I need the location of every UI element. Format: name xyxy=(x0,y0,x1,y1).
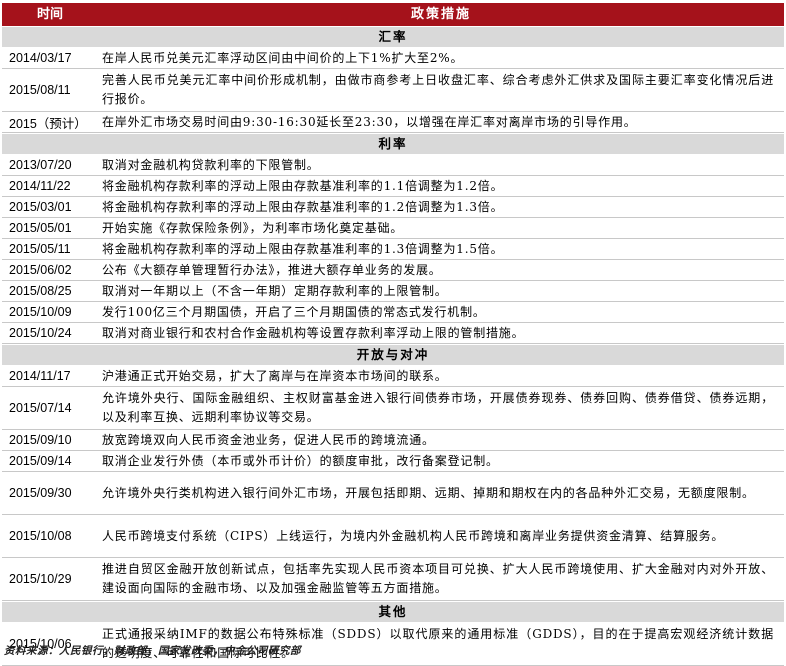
row-date: 2015/09/14 xyxy=(9,454,72,468)
row-policy-text: 完善人民币兑美元汇率中间价形成机制，由做市商参考上日收盘汇率、综合考虑外汇供求及… xyxy=(102,69,774,111)
row-date: 2015/05/11 xyxy=(9,242,71,256)
row-date: 2015/08/11 xyxy=(9,83,71,97)
row-date: 2014/03/17 xyxy=(9,51,72,65)
row-policy-text: 开始实施《存款保险条例》，为利率市场化奠定基础。 xyxy=(102,218,774,238)
section-header: 利率 xyxy=(2,133,784,155)
table-row: 2014/03/17 在岸人民币兑美元汇率浮动区间由中间价的上下1%扩大至2%。 xyxy=(2,48,784,69)
row-policy-text: 人民币跨境支付系统（CIPS）上线运行，为境内外金融机构人民币跨境和离岸业务提供… xyxy=(102,515,774,557)
row-date: 2015/05/01 xyxy=(9,221,72,235)
row-date: 2015/10/08 xyxy=(9,529,72,543)
section-header: 汇率 xyxy=(2,26,784,48)
row-date: 2015/09/10 xyxy=(9,433,72,447)
table-row: 2015/08/25 取消对一年期以上（不含一年期）定期存款利率的上限管制。 xyxy=(2,281,784,302)
table-row: 2014/11/17 沪港通正式开始交易，扩大了离岸与在岸资本市场间的联系。 xyxy=(2,366,784,387)
row-policy-text: 发行100亿三个月期国债，开启了三个月期国债的常态式发行机制。 xyxy=(102,302,774,322)
table-row: 2015/09/10 放宽跨境双向人民币资金池业务，促进人民币的跨境流通。 xyxy=(2,430,784,451)
table-row: 2015/10/29 推进自贸区金融开放创新试点，包括率先实现人民币资本项目可兑换… xyxy=(2,558,784,601)
table-body: 汇率 2014/03/17 在岸人民币兑美元汇率浮动区间由中间价的上下1%扩大至2%… xyxy=(2,26,784,666)
header-policy: 政策措施 xyxy=(410,7,471,22)
source-note: 资料来源：人民银行，财政部，国家发改委，中金公司研究部 xyxy=(4,645,301,657)
header-time: 时间 xyxy=(36,7,63,22)
row-policy-text: 允许境外央行类机构进入银行间外汇市场，开展包括即期、远期、掉期和期权在内的各品种… xyxy=(102,472,774,514)
policy-text: 取消对商业银行和农村合作金融机构等设置存款利率浮动上限的管制措施。 xyxy=(102,325,525,340)
policy-table: 时间 政策措施 汇率 2014/03/17 在岸人民币兑美元汇率浮动区间由中间价的上… xyxy=(2,3,784,666)
row-policy-text: 在岸人民币兑美元汇率浮动区间由中间价的上下1%扩大至2%。 xyxy=(102,48,774,68)
table-row: 2015/03/01 将金融机构存款利率的浮动上限由存款基准利率的1.2倍调整为1… xyxy=(2,197,784,218)
policy-text: 完善人民币兑美元汇率中间价形成机制，由做市商参考上日收盘汇率、综合考虑外汇供求及… xyxy=(102,73,774,106)
row-date: 2015/07/14 xyxy=(9,401,72,415)
table-row: 2014/11/22 将金融机构存款利率的浮动上限由存款基准利率的1.1倍调整为1… xyxy=(2,176,784,197)
row-policy-text: 放宽跨境双向人民币资金池业务，促进人民币的跨境流通。 xyxy=(102,430,774,450)
policy-text: 开始实施《存款保险条例》，为利率市场化奠定基础。 xyxy=(102,220,404,235)
policy-text: 允许境外央行类机构进入银行间外汇市场，开展包括即期、远期、掉期和期权在内的各品种… xyxy=(102,485,755,500)
table-row: 2015/09/14 取消企业发行外债（本币或外币计价）的额度审批，改行备案登记制… xyxy=(2,451,784,472)
row-policy-text: 公布《大额存单管理暂行办法》，推进大额存单业务的发展。 xyxy=(102,260,774,280)
policy-text: 将金融机构存款利率的浮动上限由存款基准利率的1.2倍调整为1.3倍。 xyxy=(102,199,504,214)
row-date: 2015/10/24 xyxy=(9,326,72,340)
row-policy-text: 将金融机构存款利率的浮动上限由存款基准利率的1.3倍调整为1.5倍。 xyxy=(102,239,774,259)
row-policy-text: 取消企业发行外债（本币或外币计价）的额度审批，改行备案登记制。 xyxy=(102,451,774,471)
policy-text: 取消对一年期以上（不含一年期）定期存款利率的上限管制。 xyxy=(102,283,448,298)
table-row: 2013/07/20 取消对金融机构贷款利率的下限管制。 xyxy=(2,155,784,176)
section-header: 其他 xyxy=(2,601,784,623)
policy-text: 将金融机构存款利率的浮动上限由存款基准利率的1.1倍调整为1.2倍。 xyxy=(102,178,504,193)
section-header: 开放与对冲 xyxy=(2,344,784,366)
row-policy-text: 取消对金融机构贷款利率的下限管制。 xyxy=(102,155,774,175)
table-header: 时间 政策措施 xyxy=(2,3,784,26)
table-row: 2015/10/24 取消对商业银行和农村合作金融机构等设置存款利率浮动上限的管制… xyxy=(2,323,784,344)
row-date: 2015/06/02 xyxy=(9,263,72,277)
row-policy-text: 推进自贸区金融开放创新试点，包括率先实现人民币资本项目可兑换、扩大人民币跨境使用… xyxy=(102,558,774,600)
policy-text: 允许境外央行、国际金融组织、主权财富基金进入银行间债券市场，开展债券现券、债券回… xyxy=(102,391,774,424)
table-row: 2015/05/01 开始实施《存款保险条例》，为利率市场化奠定基础。 xyxy=(2,218,784,239)
table-row: 2015/05/11 将金融机构存款利率的浮动上限由存款基准利率的1.3倍调整为1… xyxy=(2,239,784,260)
row-policy-text: 将金融机构存款利率的浮动上限由存款基准利率的1.1倍调整为1.2倍。 xyxy=(102,176,774,196)
row-policy-text: 沪港通正式开始交易，扩大了离岸与在岸资本市场间的联系。 xyxy=(102,366,774,386)
policy-text: 推进自贸区金融开放创新试点，包括率先实现人民币资本项目可兑换、扩大人民币跨境使用… xyxy=(102,562,774,595)
table-row: 2015/09/30 允许境外央行类机构进入银行间外汇市场，开展包括即期、远期、掉… xyxy=(2,472,784,515)
row-policy-text: 在岸外汇市场交易时间由9:30-16:30延长至23:30，以增强在岸汇率对离岸… xyxy=(102,112,774,132)
table-row: 2015/10/08 人民币跨境支付系统（CIPS）上线运行，为境内外金融机构人民… xyxy=(2,515,784,558)
table-row: 2015/06/02 公布《大额存单管理暂行办法》，推进大额存单业务的发展。 xyxy=(2,260,784,281)
policy-text: 发行100亿三个月期国债，开启了三个月期国债的常态式发行机制。 xyxy=(102,304,486,319)
table-row: 2015/07/14 允许境外央行、国际金融组织、主权财富基金进入银行间债券市场，… xyxy=(2,387,784,430)
row-date: 2015/03/01 xyxy=(9,200,72,214)
row-date: 2014/11/17 xyxy=(9,369,71,383)
row-policy-text: 取消对商业银行和农村合作金融机构等设置存款利率浮动上限的管制措施。 xyxy=(102,323,774,343)
table-row: 2015/08/11 完善人民币兑美元汇率中间价形成机制，由做市商参考上日收盘汇率… xyxy=(2,69,784,112)
policy-text: 取消企业发行外债（本币或外币计价）的额度审批，改行备案登记制。 xyxy=(102,453,499,468)
row-policy-text: 将金融机构存款利率的浮动上限由存款基准利率的1.2倍调整为1.3倍。 xyxy=(102,197,774,217)
policy-text: 沪港通正式开始交易，扩大了离岸与在岸资本市场间的联系。 xyxy=(102,368,448,383)
row-date: 2015（预计） xyxy=(9,116,87,131)
table-row: 2015/10/09 发行100亿三个月期国债，开启了三个月期国债的常态式发行机制… xyxy=(2,302,784,323)
table-row: 2015（预计） 在岸外汇市场交易时间由9:30-16:30延长至23:30，以增… xyxy=(2,112,784,133)
policy-text: 在岸外汇市场交易时间由9:30-16:30延长至23:30，以增强在岸汇率对离岸… xyxy=(102,114,637,129)
row-date: 2015/10/29 xyxy=(9,572,72,586)
row-policy-text: 取消对一年期以上（不含一年期）定期存款利率的上限管制。 xyxy=(102,281,774,301)
policy-text: 人民币跨境支付系统（CIPS）上线运行，为境内外金融机构人民币跨境和离岸业务提供… xyxy=(102,528,725,543)
row-date: 2015/10/09 xyxy=(9,305,72,319)
policy-text: 取消对金融机构贷款利率的下限管制。 xyxy=(102,157,320,172)
policy-text: 将金融机构存款利率的浮动上限由存款基准利率的1.3倍调整为1.5倍。 xyxy=(102,241,504,256)
row-date: 2013/07/20 xyxy=(9,158,72,172)
row-date: 2015/09/30 xyxy=(9,486,72,500)
row-policy-text: 允许境外央行、国际金融组织、主权财富基金进入银行间债券市场，开展债券现券、债券回… xyxy=(102,387,774,429)
policy-text: 公布《大额存单管理暂行办法》，推进大额存单业务的发展。 xyxy=(102,262,442,277)
policy-text: 在岸人民币兑美元汇率浮动区间由中间价的上下1%扩大至2%。 xyxy=(102,50,464,65)
row-date: 2015/08/25 xyxy=(9,284,72,298)
row-date: 2014/11/22 xyxy=(9,179,71,193)
policy-text: 放宽跨境双向人民币资金池业务，促进人民币的跨境流通。 xyxy=(102,432,435,447)
